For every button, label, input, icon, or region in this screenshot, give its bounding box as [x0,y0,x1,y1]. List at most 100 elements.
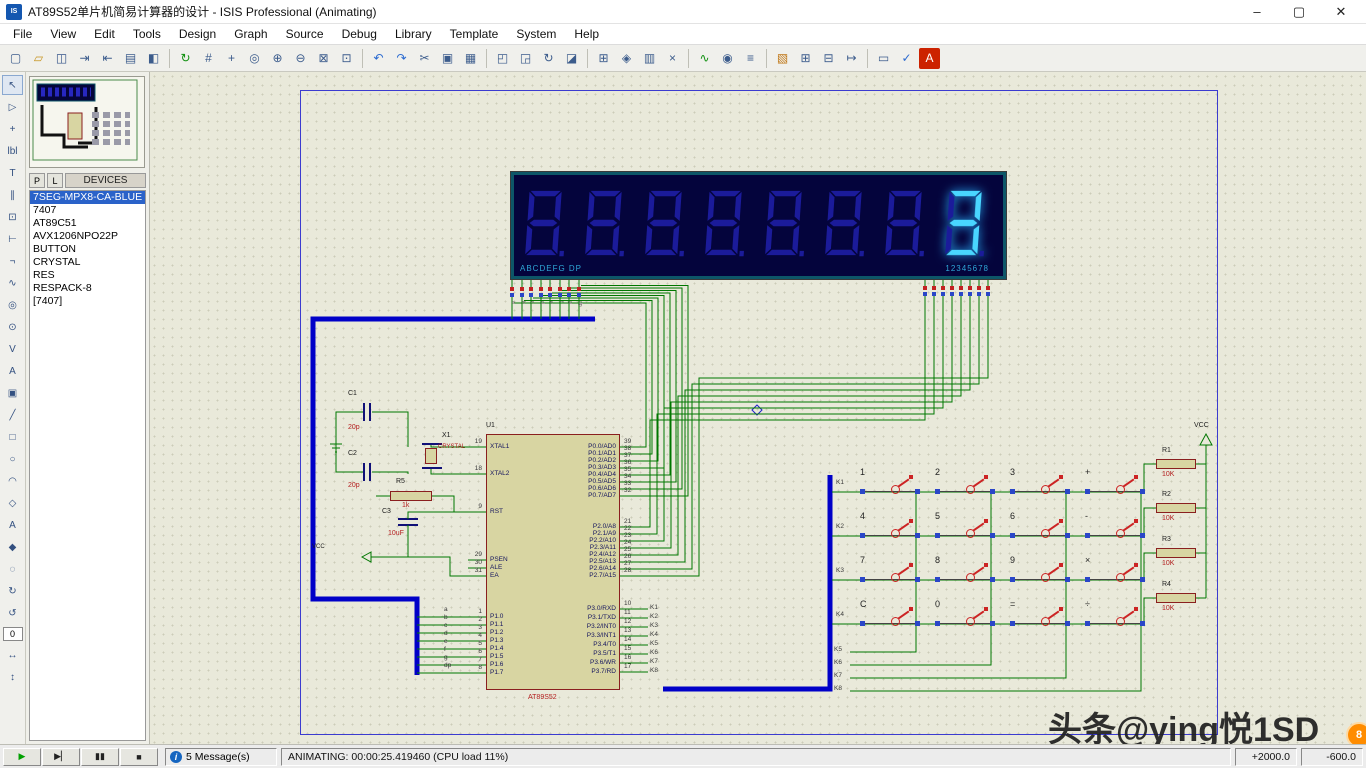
device-item[interactable]: RES [30,269,145,282]
print-icon[interactable]: ▤ [120,48,141,69]
circle-2d-icon[interactable]: ○ [2,449,23,469]
pick-parts-button[interactable]: P [29,173,45,188]
message-cell[interactable]: i 5 Message(s) [165,748,277,766]
minimize-button[interactable]: – [1236,1,1278,23]
step-button[interactable]: ▶▏ [42,748,80,766]
keypad-button-1[interactable]: 1 [858,470,922,500]
schematic-canvas[interactable]: ABCDEFG DP 12345678 头条@ying悦1SD 8 abcdef… [150,72,1366,744]
goto-sheet-icon[interactable]: ↦ [841,48,862,69]
pan-icon[interactable]: ◎ [244,48,265,69]
menu-system[interactable]: System [507,25,565,43]
virtual-instrument-icon[interactable]: ▣ [2,383,23,403]
menu-graph[interactable]: Graph [225,25,276,43]
block-delete-icon[interactable]: ◪ [561,48,582,69]
device-item[interactable]: [7407] [30,295,145,308]
device-item[interactable]: 7SEG-MPX8-CA-BLUE [30,191,145,204]
play-button[interactable]: ▶ [3,748,41,766]
maximize-button[interactable]: ▢ [1278,1,1320,23]
menu-edit[interactable]: Edit [85,25,124,43]
wire-label-icon[interactable]: lbl [2,141,23,161]
resistor-R3[interactable] [1156,548,1196,558]
grid-toggle-icon[interactable]: # [198,48,219,69]
h-mirror-icon[interactable]: ↔ [2,645,23,665]
property-assignment-icon[interactable]: ≡ [740,48,761,69]
graph-mode-icon[interactable]: ∿ [2,273,23,293]
arc-2d-icon[interactable]: ◠ [2,471,23,491]
zoom-in-icon[interactable]: ⊕ [267,48,288,69]
open-folder-icon[interactable]: ▱ [28,48,49,69]
menu-help[interactable]: Help [565,25,608,43]
resistor-R1[interactable] [1156,459,1196,469]
undo-icon[interactable]: ↶ [368,48,389,69]
packaging-tool-icon[interactable]: ▥ [639,48,660,69]
keypad-button-×[interactable]: × [1083,558,1147,588]
current-probe-icon[interactable]: A [2,361,23,381]
import-section-icon[interactable]: ⇥ [74,48,95,69]
floating-badge[interactable]: 8 [1346,722,1366,744]
device-item[interactable]: BUTTON [30,243,145,256]
crystal-x1[interactable] [425,448,437,464]
keypad-button-5[interactable]: 5 [933,514,997,544]
keypad-button-0[interactable]: 0 [933,602,997,632]
menu-debug[interactable]: Debug [333,25,386,43]
design-explorer-icon[interactable]: ▧ [772,48,793,69]
block-rotate-icon[interactable]: ↻ [538,48,559,69]
cut-icon[interactable]: ✂ [414,48,435,69]
close-button[interactable]: ✕ [1320,1,1362,23]
zoom-out-icon[interactable]: ⊖ [290,48,311,69]
device-item[interactable]: CRYSTAL [30,256,145,269]
library-button[interactable]: L [47,173,63,188]
menu-view[interactable]: View [41,25,85,43]
keypad-button-3[interactable]: 3 [1008,470,1072,500]
v-mirror-icon[interactable]: ↕ [2,667,23,687]
menu-library[interactable]: Library [386,25,441,43]
device-item[interactable]: 7407 [30,204,145,217]
new-document-icon[interactable]: ▢ [5,48,26,69]
decompose-icon[interactable]: × [662,48,683,69]
keypad-button-+[interactable]: + [1083,470,1147,500]
symbol-2d-icon[interactable]: ◆ [2,537,23,557]
resistor-R2[interactable] [1156,503,1196,513]
block-move-icon[interactable]: ◲ [515,48,536,69]
keypad-button-9[interactable]: 9 [1008,558,1072,588]
menu-source[interactable]: Source [277,25,333,43]
bill-of-materials-icon[interactable]: ▭ [873,48,894,69]
redo-icon[interactable]: ↷ [391,48,412,69]
mark-output-area-icon[interactable]: ◧ [143,48,164,69]
search-tag-icon[interactable]: ◉ [717,48,738,69]
device-pin-icon[interactable]: ¬ [2,251,23,271]
make-device-icon[interactable]: ◈ [616,48,637,69]
keypad-button-6[interactable]: 6 [1008,514,1072,544]
zoom-all-icon[interactable]: ⊠ [313,48,334,69]
resistor-R4[interactable] [1156,593,1196,603]
text-script-icon[interactable]: T [2,163,23,183]
rotate-ccw-icon[interactable]: ↺ [2,603,23,623]
electrical-rule-check-icon[interactable]: ✓ [896,48,917,69]
wire-autorouter-icon[interactable]: ∿ [694,48,715,69]
keypad-button-4[interactable]: 4 [858,514,922,544]
tape-recorder-icon[interactable]: ◎ [2,295,23,315]
block-copy-icon[interactable]: ◰ [492,48,513,69]
path-2d-icon[interactable]: ◇ [2,493,23,513]
junction-dot-icon[interactable]: + [2,119,23,139]
line-2d-icon[interactable]: ╱ [2,405,23,425]
menu-file[interactable]: File [4,25,41,43]
bus-mode-icon[interactable]: ∥ [2,185,23,205]
device-item[interactable]: RESPACK-8 [30,282,145,295]
resistor-r5[interactable] [390,491,432,501]
marker-2d-icon[interactable]: ◌ [2,559,23,579]
new-sheet-icon[interactable]: ⊞ [795,48,816,69]
stop-button[interactable]: ■ [120,748,158,766]
keypad-button-2[interactable]: 2 [933,470,997,500]
pause-button[interactable]: ▮▮ [81,748,119,766]
schematic-preview[interactable] [29,76,145,168]
menu-template[interactable]: Template [441,25,508,43]
zoom-area-icon[interactable]: ⊡ [336,48,357,69]
origin-icon[interactable]: + [221,48,242,69]
subcircuit-icon[interactable]: ⊡ [2,207,23,227]
save-icon[interactable]: ◫ [51,48,72,69]
device-item[interactable]: AT89C51 [30,217,145,230]
export-section-icon[interactable]: ⇤ [97,48,118,69]
netlist-to-ares-icon[interactable]: A [919,48,940,69]
keypad-button-C[interactable]: C [858,602,922,632]
